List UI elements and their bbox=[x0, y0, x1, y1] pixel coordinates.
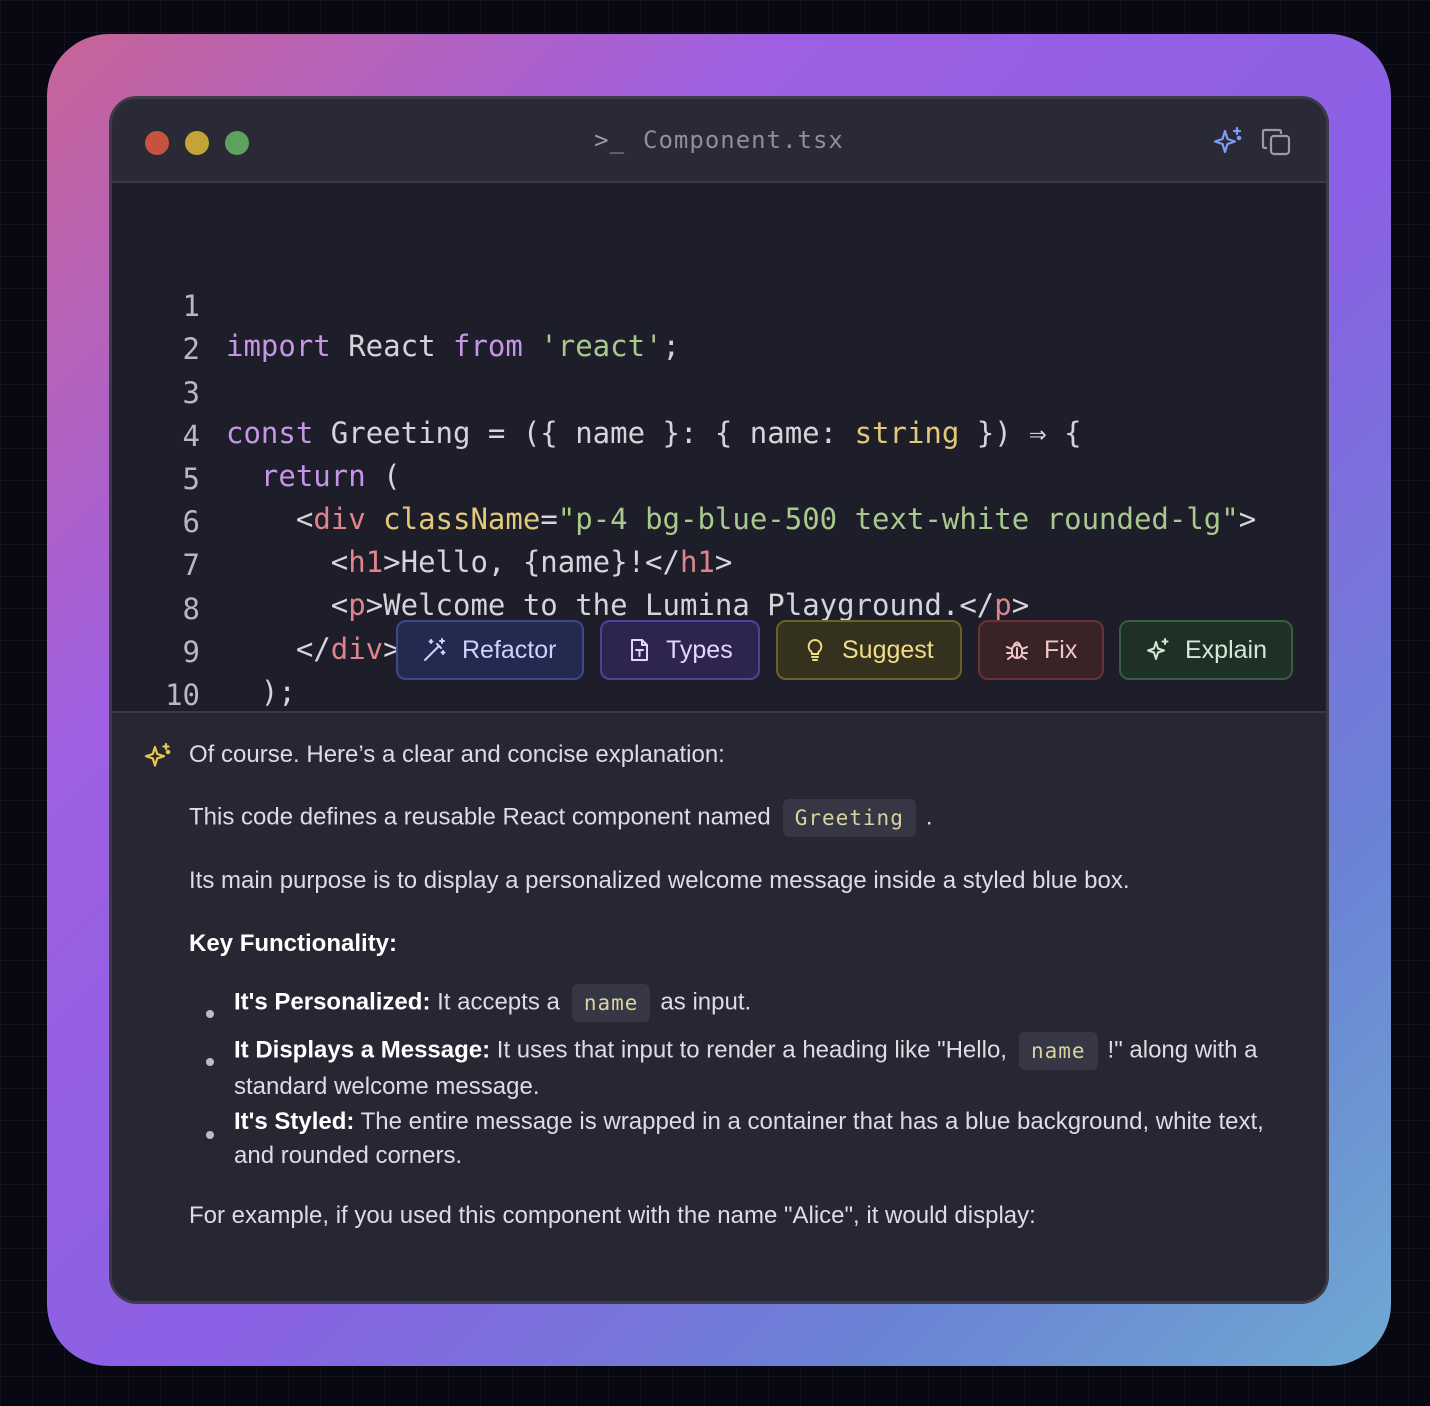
line-content: import React from 'react'; bbox=[226, 329, 680, 363]
bug-icon bbox=[1006, 641, 1028, 660]
code-chip: name bbox=[1018, 1032, 1098, 1070]
types-button[interactable]: Types bbox=[600, 620, 760, 680]
explanation-paragraph: For example, if you used this component … bbox=[189, 1202, 1036, 1229]
code-editor[interactable]: 1 import React from 'react'; 2 3 const G… bbox=[112, 183, 1326, 752]
line-content: <div className="p-4 bg-blue-500 text-whi… bbox=[295, 502, 1257, 536]
line-content: const Greeting = ({ name }: { name: stri… bbox=[226, 416, 1082, 450]
editor-window: >_ Component.tsx 1 import React from 'rea… bbox=[109, 96, 1329, 1304]
fix-label: Fix bbox=[1044, 635, 1078, 664]
list-item: It's Personalized: It accepts a name as in… bbox=[234, 984, 1294, 1022]
lightbulb-icon bbox=[807, 638, 823, 661]
explanation-paragraph: This code defines a reusable React compo… bbox=[189, 799, 933, 837]
suggest-button[interactable]: Suggest bbox=[776, 620, 962, 680]
fix-button[interactable]: Fix bbox=[978, 620, 1104, 680]
ai-sparkle-icon[interactable] bbox=[1211, 125, 1245, 159]
code-line: 5 <div className="p-4 bg-blue-500 text-w… bbox=[112, 419, 1257, 536]
file-title: >_ Component.tsx bbox=[112, 126, 1326, 154]
bullet-marker bbox=[206, 1131, 214, 1139]
code-line: 4 return ( bbox=[112, 376, 401, 493]
code-line: 3 const Greeting = ({ name }: { name: st… bbox=[112, 333, 1082, 450]
explain-button[interactable]: Explain bbox=[1119, 620, 1293, 680]
explanation-intro: Of course. Here’s a clear and concise ex… bbox=[189, 741, 725, 768]
type-file-icon bbox=[631, 639, 648, 661]
title-bar: >_ Component.tsx bbox=[112, 99, 1326, 183]
code-line: 7 <p>Welcome to the Lumina Playground.</… bbox=[112, 505, 1030, 622]
line-content: <p>Welcome to the Lumina Playground.</p> bbox=[330, 588, 1030, 622]
line-content: return ( bbox=[260, 459, 401, 493]
ai-action-bar: Refactor Types Suggest Fix Explain bbox=[112, 620, 1326, 680]
bullet-marker bbox=[206, 1010, 214, 1018]
terminal-prompt-icon: >_ bbox=[594, 126, 626, 154]
code-line: 6 <h1>Hello, {name}!</h1> bbox=[112, 462, 733, 579]
code-line: 2 bbox=[112, 289, 252, 366]
copy-icon[interactable] bbox=[1260, 125, 1294, 159]
code-line: 8 </div> bbox=[112, 549, 401, 666]
list-item: It Displays a Message: It uses that inpu… bbox=[234, 1032, 1294, 1104]
file-name: Component.tsx bbox=[643, 126, 844, 154]
sparkle-icon bbox=[144, 742, 171, 767]
gradient-frame: >_ Component.tsx 1 import React from 'rea… bbox=[47, 34, 1391, 1366]
explanation-panel: Of course. Here’s a clear and concise ex… bbox=[112, 711, 1326, 1301]
line-content: <h1>Hello, {name}!</h1> bbox=[330, 545, 733, 579]
magic-wand-icon bbox=[424, 638, 446, 661]
refactor-button[interactable]: Refactor bbox=[396, 620, 584, 680]
line-number: 10 bbox=[165, 678, 200, 712]
bullet-marker bbox=[206, 1058, 214, 1066]
code-chip: Greeting bbox=[782, 799, 916, 837]
suggest-label: Suggest bbox=[842, 635, 934, 664]
sparkle-icon bbox=[1147, 638, 1169, 660]
code-line: 1 import React from 'react'; bbox=[112, 246, 680, 363]
section-heading: Key Functionality: bbox=[189, 930, 398, 957]
code-chip: name bbox=[571, 984, 651, 1022]
explain-label: Explain bbox=[1185, 635, 1267, 664]
explanation-paragraph: Its main purpose is to display a persona… bbox=[189, 867, 1130, 894]
refactor-label: Refactor bbox=[462, 635, 557, 664]
list-item: It's Styled: The entire message is wrapp… bbox=[234, 1108, 1264, 1169]
types-label: Types bbox=[666, 635, 733, 664]
